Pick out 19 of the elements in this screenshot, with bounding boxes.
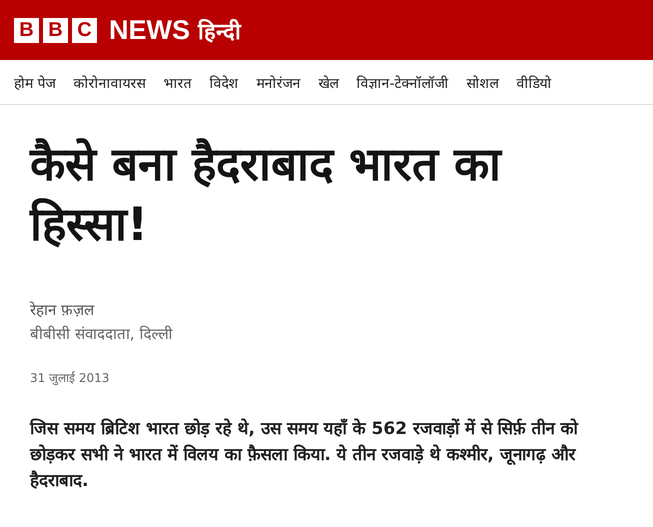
nav-link[interactable]: विदेश xyxy=(209,72,238,92)
nav-link[interactable]: कोरोनावायरस xyxy=(73,72,146,92)
author-name: रेहान फ़ज़ल xyxy=(30,300,96,319)
logo-letter[interactable]: C xyxy=(72,18,97,42)
edition-name[interactable]: हिन्दी xyxy=(198,15,241,45)
lead-paragraph: जिस समय ब्रिटिश भारत छोड़ रहे थे, उस समय यहाँ के 562 रजवाड़ों में से सिर्फ़ तीन को छोड़कर सभी ने भारत में विलय का फ़ैसला किया. ये तीन रजवाड़े थे कश्मीर, जूनागढ़ और हैदराबाद. xyxy=(30,418,580,494)
nav-link[interactable]: खेल xyxy=(318,72,338,92)
publish-date: 31 जुलाई 2013 xyxy=(30,370,110,386)
nav-link[interactable]: भारत xyxy=(163,72,192,92)
logo-letter[interactable]: B xyxy=(43,18,68,42)
nav-link[interactable]: विज्ञान-टेक्नॉलॉजी xyxy=(356,72,449,92)
nav-link[interactable]: सोशल xyxy=(466,72,499,92)
brand-name[interactable]: NEWS xyxy=(109,14,190,46)
nav-link[interactable]: वीडियो xyxy=(516,72,552,92)
nav-link[interactable]: मनोरंजन xyxy=(256,72,300,92)
author-role: बीबीसी संवाददाता, दिल्ली xyxy=(30,324,174,343)
headline: कैसे बना हैदराबाद भारत का हिस्सा! xyxy=(30,136,504,253)
nav-link[interactable]: होम पेज xyxy=(14,72,56,92)
logo-letter[interactable]: B xyxy=(14,18,39,42)
